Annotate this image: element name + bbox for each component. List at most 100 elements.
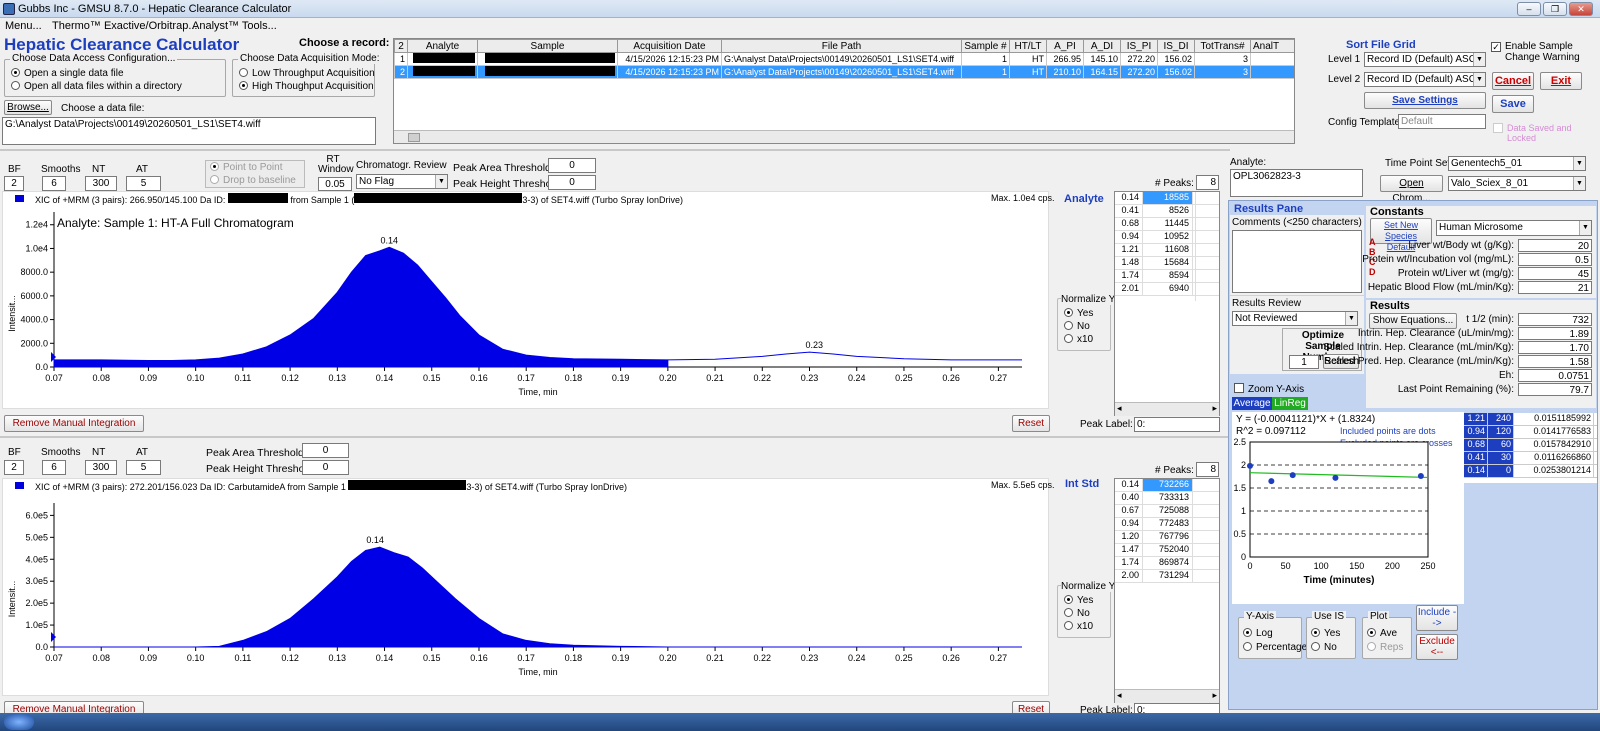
kinetics-table[interactable]: 1.21 240 0.0151185992 0.94 120 0.0141776583 0.… (1464, 413, 1597, 483)
col-file-path[interactable]: File Path (721, 39, 962, 53)
low-throughput-radio[interactable]: Low Throughput Acquisition (239, 68, 375, 79)
exclude-button[interactable]: Exclude <-- (1416, 634, 1458, 660)
col-analt[interactable]: AnalT (1250, 39, 1294, 53)
y-axis-log-radio[interactable]: Log (1243, 628, 1273, 639)
save-button[interactable]: Save (1492, 95, 1534, 113)
at-input[interactable]: 5 (126, 460, 161, 475)
peak-height-threshold-input[interactable]: 0 (548, 175, 596, 190)
linreg-tab[interactable]: LinReg (1272, 397, 1308, 410)
list-item[interactable]: 1.21 11608 (1115, 244, 1219, 257)
minimize-button[interactable]: – (1517, 2, 1541, 16)
int-std-chromatogram-plot[interactable]: XIC of +MRM (3 pairs): 272.201/156.023 D… (2, 478, 1055, 696)
col-acq-date[interactable]: Acquisition Date (617, 39, 722, 53)
col-a-pi[interactable]: A_PI (1046, 39, 1084, 53)
plot-ave-radio[interactable]: Ave (1367, 628, 1397, 639)
peak-list-hscroll[interactable]: ◂ ▸ (1115, 689, 1219, 703)
list-item[interactable]: 0.14 732266 (1115, 479, 1219, 492)
num-peaks-input[interactable]: 8 (1196, 175, 1219, 190)
table-row[interactable]: 0.68 60 0.0157842910 (1464, 439, 1597, 452)
start-button-icon[interactable] (4, 714, 34, 730)
cancel-button[interactable]: Cancel (1492, 72, 1534, 90)
peak-list-hscroll[interactable]: ◂ ▸ (1115, 402, 1219, 416)
analyte-input[interactable]: OPL3062823-3 (1230, 169, 1363, 197)
normalize-no-radio[interactable]: No (1064, 608, 1090, 619)
constant-value[interactable]: 45 (1518, 267, 1592, 280)
results-review-select[interactable]: Not Reviewed ▼ (1232, 311, 1358, 326)
table-row[interactable]: 0.41 30 0.0116266860 (1464, 452, 1597, 465)
int-std-peak-list[interactable]: 0.14 732266 0.40 733313 0.67 725088 0.94 772483… (1114, 478, 1220, 703)
col-tottrans[interactable]: TotTrans# (1194, 39, 1251, 53)
list-item[interactable]: 0.41 8526 (1115, 205, 1219, 218)
optimize-input[interactable]: 1 (1289, 355, 1319, 369)
exit-button[interactable]: Exit (1540, 72, 1582, 90)
nt-input[interactable]: 300 (85, 460, 117, 475)
col-sample-num[interactable]: Sample # (961, 39, 1010, 53)
record-grid-hscroll[interactable] (394, 130, 1294, 143)
bf-input[interactable]: 2 (4, 460, 24, 475)
list-item[interactable]: 0.67 725088 (1115, 505, 1219, 518)
at-input[interactable]: 5 (126, 176, 161, 191)
col-is-pi[interactable]: IS_PI (1120, 39, 1158, 53)
enable-warning-checkbox[interactable]: ✓ Enable Sample Change Warning (1491, 41, 1589, 63)
menu-item-analyst[interactable]: Analyst™ Tools... (192, 20, 277, 32)
zoom-y-checkbox[interactable]: Zoom Y-Axis (1234, 383, 1304, 395)
table-row[interactable]: 0.94 120 0.0141776583 (1464, 426, 1597, 439)
saved-locked-checkbox[interactable]: Data Saved and Locked (1493, 123, 1587, 143)
bf-input[interactable]: 2 (4, 176, 24, 191)
access-single-radio[interactable]: Open a single data file (11, 68, 124, 79)
access-directory-radio[interactable]: Open all data files within a directory (11, 81, 182, 92)
table-row[interactable]: 1.21 240 0.0151185992 (1464, 413, 1597, 426)
list-item[interactable]: 1.74 869874 (1115, 557, 1219, 570)
include-button[interactable]: Include --> (1416, 605, 1458, 631)
plot-reps-radio[interactable]: Reps (1367, 642, 1403, 653)
browse-button[interactable]: Browse... (4, 100, 52, 115)
chrom-review-select[interactable]: No Flag ▼ (356, 174, 448, 189)
comments-textarea[interactable] (1232, 230, 1362, 293)
list-item[interactable]: 1.47 752040 (1115, 544, 1219, 557)
list-item[interactable]: 1.20 767796 (1115, 531, 1219, 544)
drop-baseline-radio[interactable]: Drop to baseline (210, 175, 296, 186)
species-select[interactable]: Human Microsome ▼ (1436, 220, 1592, 236)
col-a-di[interactable]: A_DI (1083, 39, 1121, 53)
col-is-di[interactable]: IS_DI (1157, 39, 1195, 53)
time-point-set-select[interactable]: Genentech5_01 ▼ (1448, 156, 1586, 171)
list-item[interactable]: 1.48 15684 (1115, 257, 1219, 270)
normalize-x10-radio[interactable]: x10 (1064, 621, 1093, 632)
remove-manual-integration-button[interactable]: Remove Manual Integration (4, 415, 144, 432)
num-peaks-input[interactable]: 8 (1196, 462, 1219, 477)
smooths-input[interactable]: 6 (42, 460, 66, 475)
list-item[interactable]: 2.00 731294 (1115, 570, 1219, 583)
use-is-no-radio[interactable]: No (1311, 642, 1337, 653)
peak-label-input[interactable]: 0: (1134, 417, 1220, 432)
y-axis-percentage-radio[interactable]: Percentage (1243, 642, 1307, 653)
normalize-x10-radio[interactable]: x10 (1064, 334, 1093, 345)
reset-button[interactable]: Reset (1012, 415, 1050, 432)
list-item[interactable]: 0.14 18585 (1115, 192, 1219, 205)
normalize-yes-radio[interactable]: Yes (1064, 308, 1093, 319)
normalize-yes-radio[interactable]: Yes (1064, 595, 1093, 606)
table-row[interactable]: 0.14 0 0.0253801214 (1464, 465, 1597, 478)
average-tab[interactable]: Average (1232, 397, 1272, 410)
point-to-point-radio[interactable]: Point to Point (210, 162, 282, 173)
chrom-config-select[interactable]: Valo_Sciex_8_01 ▼ (1448, 176, 1586, 191)
table-row[interactable]: 1 4/15/2026 12:15:23 PM G:\Analyst Data\… (394, 52, 1294, 66)
scroll-thumb[interactable] (408, 133, 420, 142)
list-item[interactable]: 0.40 733313 (1115, 492, 1219, 505)
rt-window-input[interactable]: 0.05 (318, 177, 352, 191)
close-button[interactable]: ✕ (1569, 2, 1593, 16)
open-chrom-button[interactable]: Open Chrom... (1380, 175, 1443, 204)
list-item[interactable]: 0.94 10952 (1115, 231, 1219, 244)
list-item[interactable]: 2.01 6940 (1115, 283, 1219, 296)
peak-area-threshold-input[interactable]: 0 (302, 443, 349, 458)
nt-input[interactable]: 300 (85, 176, 117, 191)
list-item[interactable]: 0.68 11445 (1115, 218, 1219, 231)
high-throughput-radio[interactable]: High Thoughput Acquisition (239, 81, 374, 92)
datafile-input[interactable]: G:\Analyst Data\Projects\00149\20260501_… (2, 117, 376, 145)
analyte-peak-list[interactable]: 0.14 18585 0.41 8526 0.68 11445 0.94 10952 1.21 1… (1114, 191, 1220, 416)
constant-value[interactable]: 0.5 (1518, 253, 1592, 266)
sort-level2-select[interactable]: Record ID (Default) ASC ▼ (1364, 72, 1486, 87)
config-template-input[interactable]: Default (1398, 114, 1486, 129)
record-grid[interactable]: 2 Analyte Sample Acquisition Date File P… (393, 38, 1295, 144)
constant-value[interactable]: 21 (1518, 281, 1592, 294)
menu-item-menu[interactable]: Menu... (5, 20, 42, 32)
